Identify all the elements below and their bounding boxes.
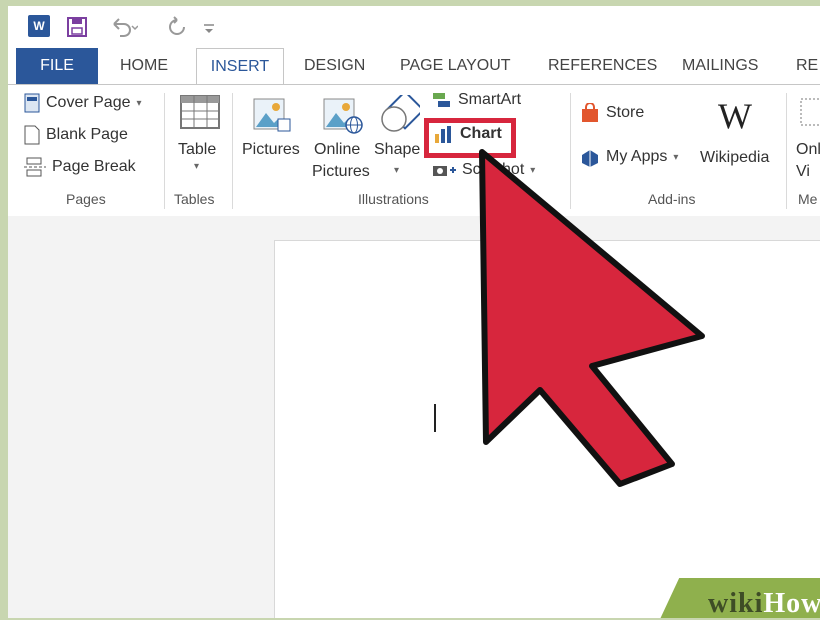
word-window: W FILE HOME INSERT DESIGN PAGE LAYOUT RE… xyxy=(8,6,820,618)
pointer-arrow-icon xyxy=(479,149,705,487)
wikihow-watermark: wikiHow xyxy=(708,588,820,618)
